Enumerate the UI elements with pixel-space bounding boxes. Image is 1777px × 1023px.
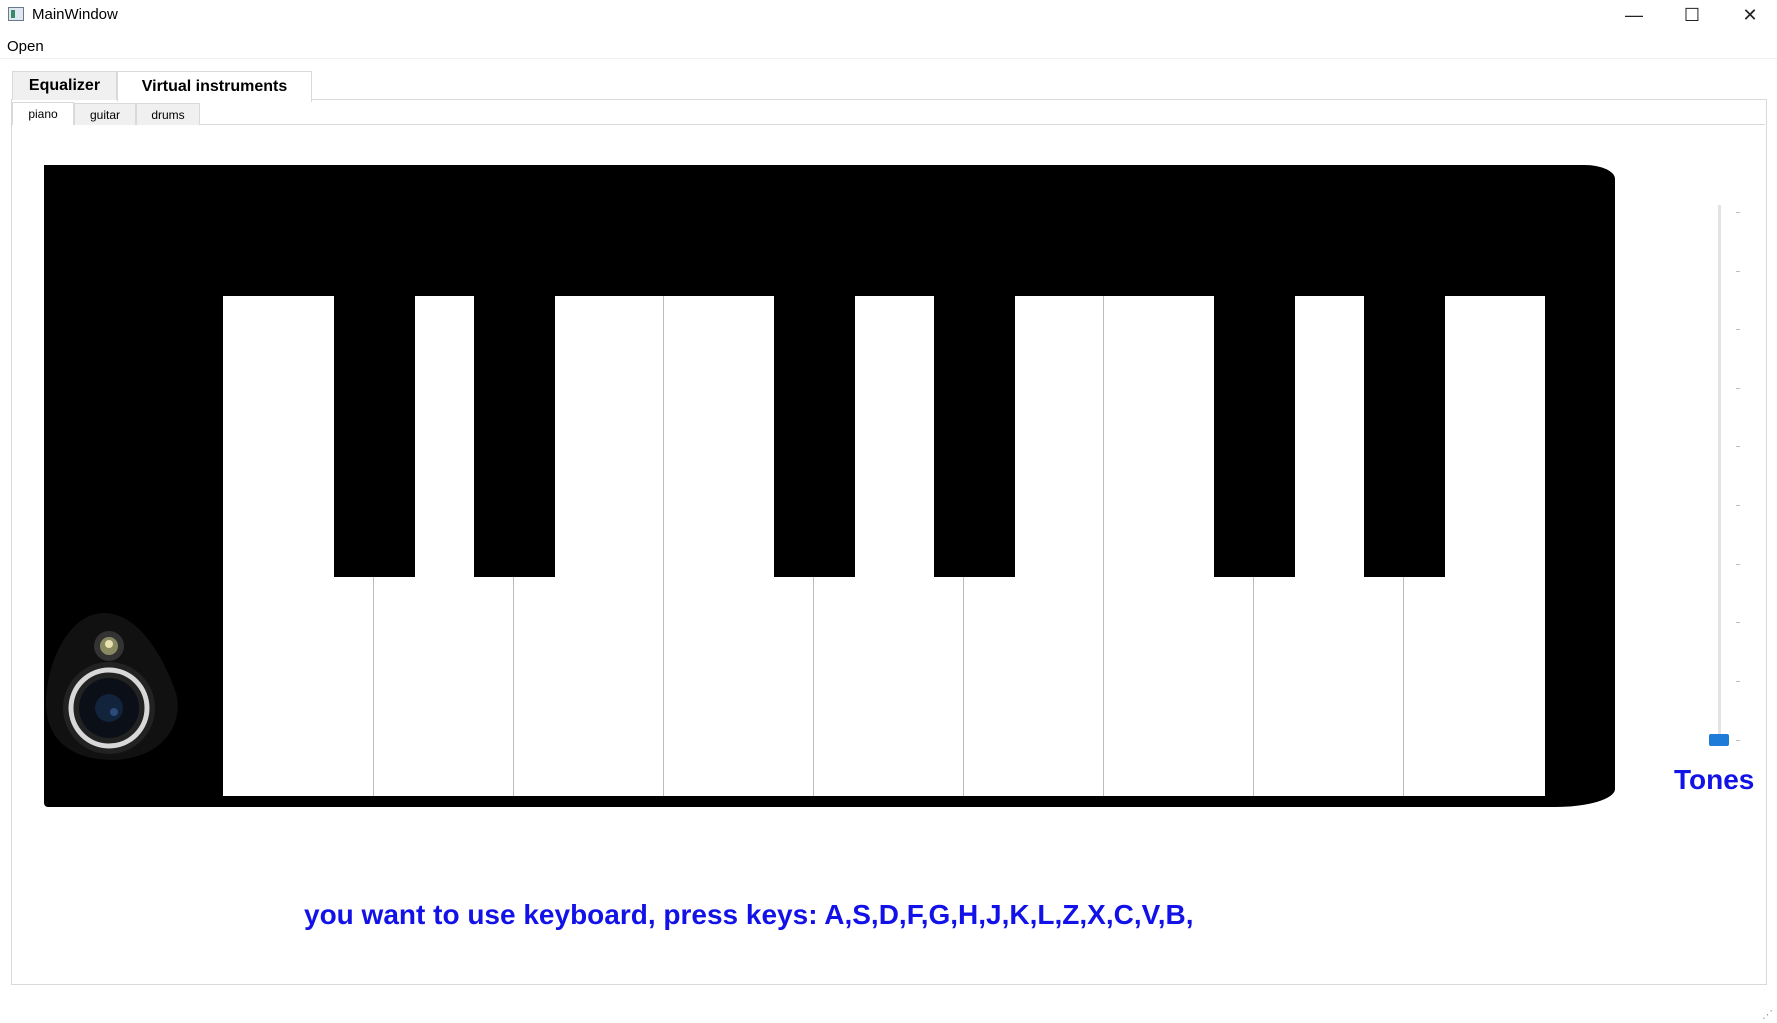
slider-tick <box>1736 564 1740 565</box>
black-key[interactable] <box>474 296 555 577</box>
menu-bar: Open <box>0 32 1777 59</box>
minimize-button[interactable]: — <box>1605 0 1663 30</box>
slider-tick <box>1736 329 1740 330</box>
keyboard-instruction: you want to use keyboard, press keys: A,… <box>304 899 1194 930</box>
slider-tick <box>1736 271 1740 272</box>
black-key[interactable] <box>934 296 1015 577</box>
inner-tab-pane <box>13 124 1765 125</box>
slider-tick <box>1736 681 1740 682</box>
tones-slider-handle[interactable] <box>1709 734 1729 746</box>
tab-equalizer[interactable]: Equalizer <box>12 71 117 100</box>
white-key-divider <box>1103 296 1104 796</box>
black-key[interactable] <box>1214 296 1295 577</box>
app-icon <box>8 7 24 21</box>
maximize-button[interactable]: ☐ <box>1663 0 1721 30</box>
slider-tick <box>1736 446 1740 447</box>
tab-virtual-instruments[interactable]: Virtual instruments <box>117 71 312 102</box>
slider-tick <box>1736 212 1740 213</box>
title-bar: MainWindow — ☐ ✕ <box>0 0 1777 30</box>
tab-drums[interactable]: drums <box>136 103 200 125</box>
tones-slider-track[interactable] <box>1718 205 1721 745</box>
tab-guitar[interactable]: guitar <box>74 103 136 125</box>
black-key[interactable] <box>774 296 855 577</box>
slider-tick <box>1736 505 1740 506</box>
piano-keyboard <box>223 296 1545 796</box>
window-title: MainWindow <box>32 6 118 23</box>
slider-tick <box>1736 388 1740 389</box>
close-button[interactable]: ✕ <box>1721 0 1777 30</box>
black-key[interactable] <box>334 296 415 577</box>
menu-item-open[interactable]: Open <box>7 38 44 55</box>
slider-tick <box>1736 622 1740 623</box>
tab-piano[interactable]: piano <box>12 102 74 125</box>
white-key-divider <box>663 296 664 796</box>
slider-tick <box>1736 740 1740 741</box>
resize-grip-icon[interactable]: ⋰ <box>1762 1008 1773 1021</box>
tones-label: Tones <box>1674 764 1755 795</box>
black-key[interactable] <box>1364 296 1445 577</box>
camera-icon <box>46 613 178 760</box>
